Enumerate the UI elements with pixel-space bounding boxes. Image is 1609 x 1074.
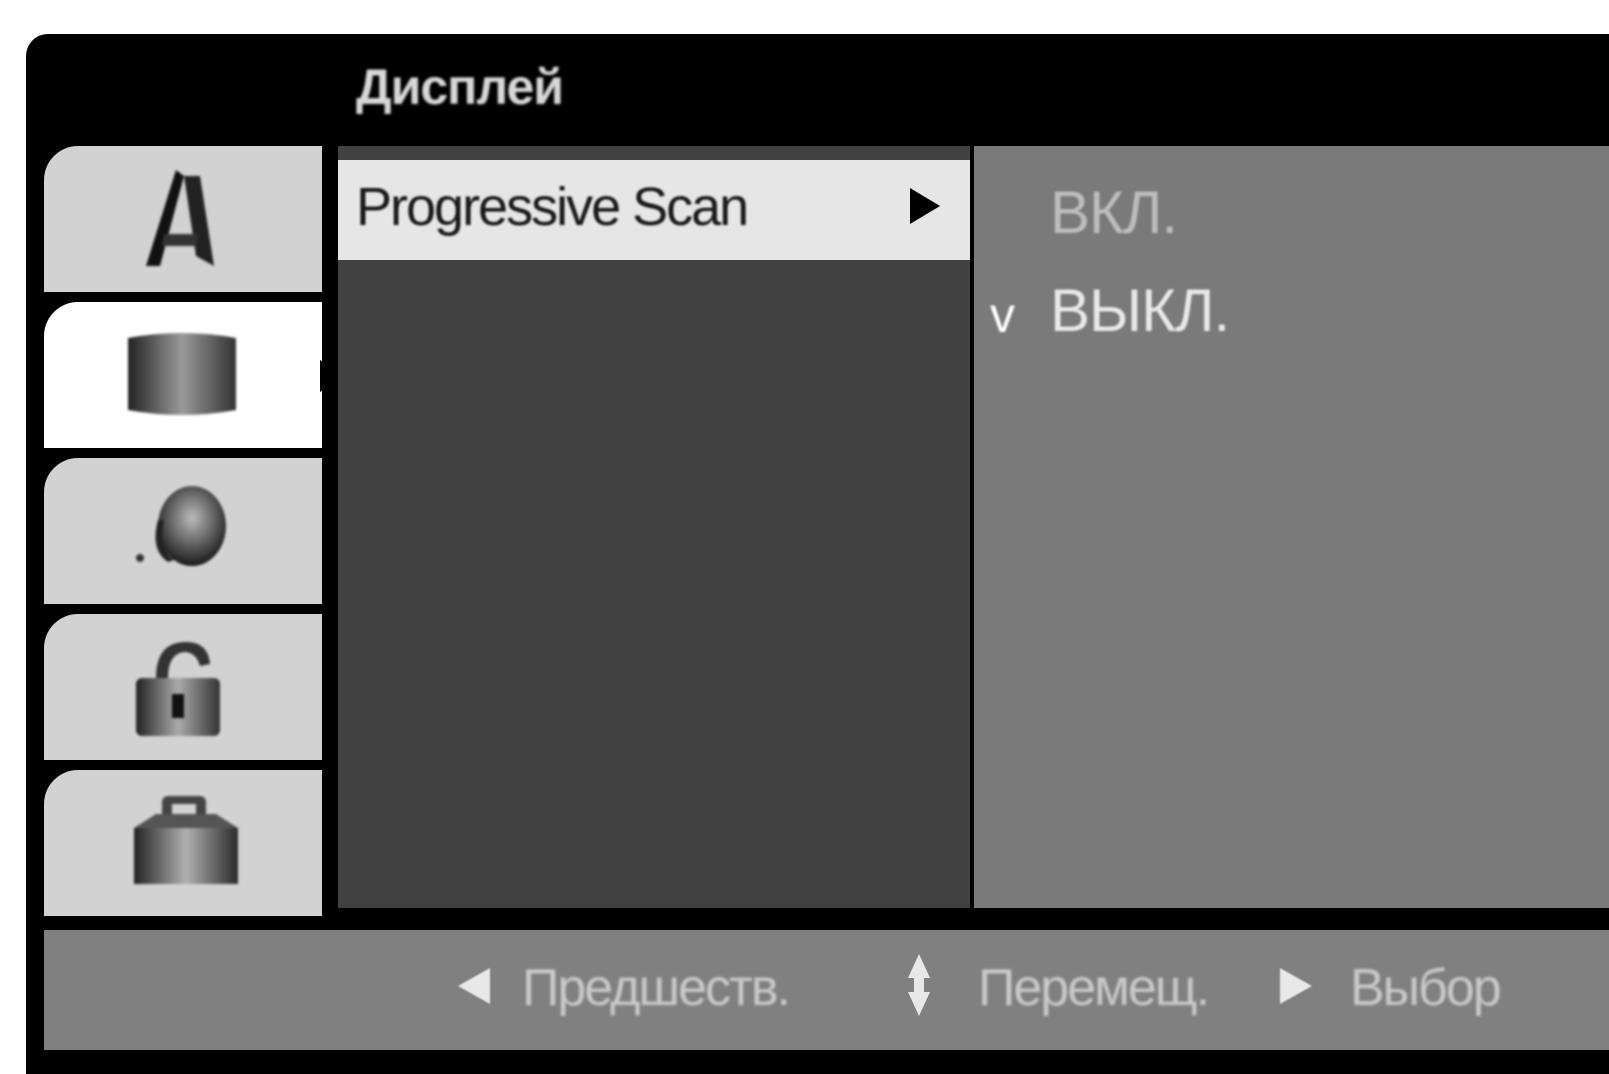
help-prev-label: Предшеств. [522,959,791,1017]
left-arrow-icon [458,968,490,1004]
values-panel [974,146,1609,908]
tab-display[interactable] [44,302,346,448]
language-icon [146,170,214,266]
value-option-on[interactable]: ВКЛ. [1050,178,1178,247]
up-down-arrow-icon [908,954,930,1016]
tab-language[interactable] [44,146,322,292]
tab-others[interactable] [44,770,322,916]
value-option-off[interactable]: ВЫКЛ. [1050,276,1230,345]
others-icon [134,796,238,884]
right-arrow-icon [1280,968,1312,1004]
lock-icon [136,642,220,736]
option-label: Progressive Scan [356,177,749,237]
help-move-label: Перемещ. [978,959,1210,1017]
submenu-arrow-icon [910,188,940,224]
audio-icon [136,486,226,566]
menu-title: Дисплей [356,59,564,115]
check-mark-icon: v [990,287,1015,343]
help-select-label: Выбор [1350,959,1502,1017]
display-icon [128,333,236,415]
option-row-progressive-scan[interactable]: Progressive Scan [338,160,970,260]
tab-lock[interactable] [44,614,322,760]
tab-audio[interactable] [44,458,322,604]
options-panel [338,146,970,908]
